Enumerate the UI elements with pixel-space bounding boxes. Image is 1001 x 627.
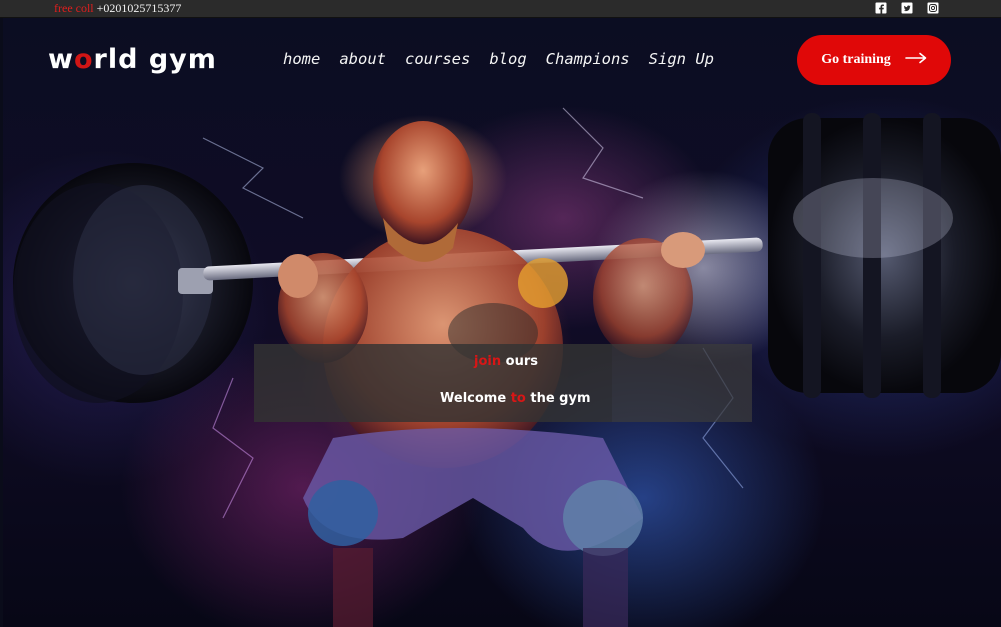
instagram-icon[interactable] [927,2,939,14]
join-highlight: join [474,354,502,369]
twitter-icon[interactable] [901,2,913,14]
nav-courses[interactable]: courses [405,50,470,68]
go-training-button[interactable]: Go training [797,35,951,85]
site-logo[interactable]: world gym [48,44,217,75]
main-nav: home about courses blog Champions Sign U… [283,50,733,68]
nav-about[interactable]: about [339,50,386,68]
facebook-icon[interactable] [875,2,887,14]
logo-prefix: w [48,44,74,75]
hero-background-image [13,107,1001,627]
hero-section [3,18,1001,627]
join-heading: join ours [254,354,752,369]
free-call-label: free coll [54,1,94,15]
social-links [875,2,939,14]
arrow-right-icon [905,52,927,69]
welcome-heading: Welcome to the gym [440,391,591,406]
join-rest: ours [501,354,538,369]
go-training-label: Go training [821,52,891,67]
nav-home[interactable]: home [283,50,320,68]
logo-highlight: o [73,44,94,75]
welcome-prefix: Welcome [440,391,511,406]
phone-number[interactable]: +0201025715377 [97,1,182,15]
contact-phone: free coll +0201025715377 [54,1,181,16]
nav-champions[interactable]: Champions [546,50,630,68]
top-bar: free coll +0201025715377 [0,0,1001,18]
welcome-suffix: the gym [525,391,591,406]
nav-sign-up[interactable]: Sign Up [649,50,714,68]
logo-suffix: rld gym [93,44,217,75]
nav-blog[interactable]: blog [489,50,526,68]
welcome-highlight: to [510,391,526,406]
